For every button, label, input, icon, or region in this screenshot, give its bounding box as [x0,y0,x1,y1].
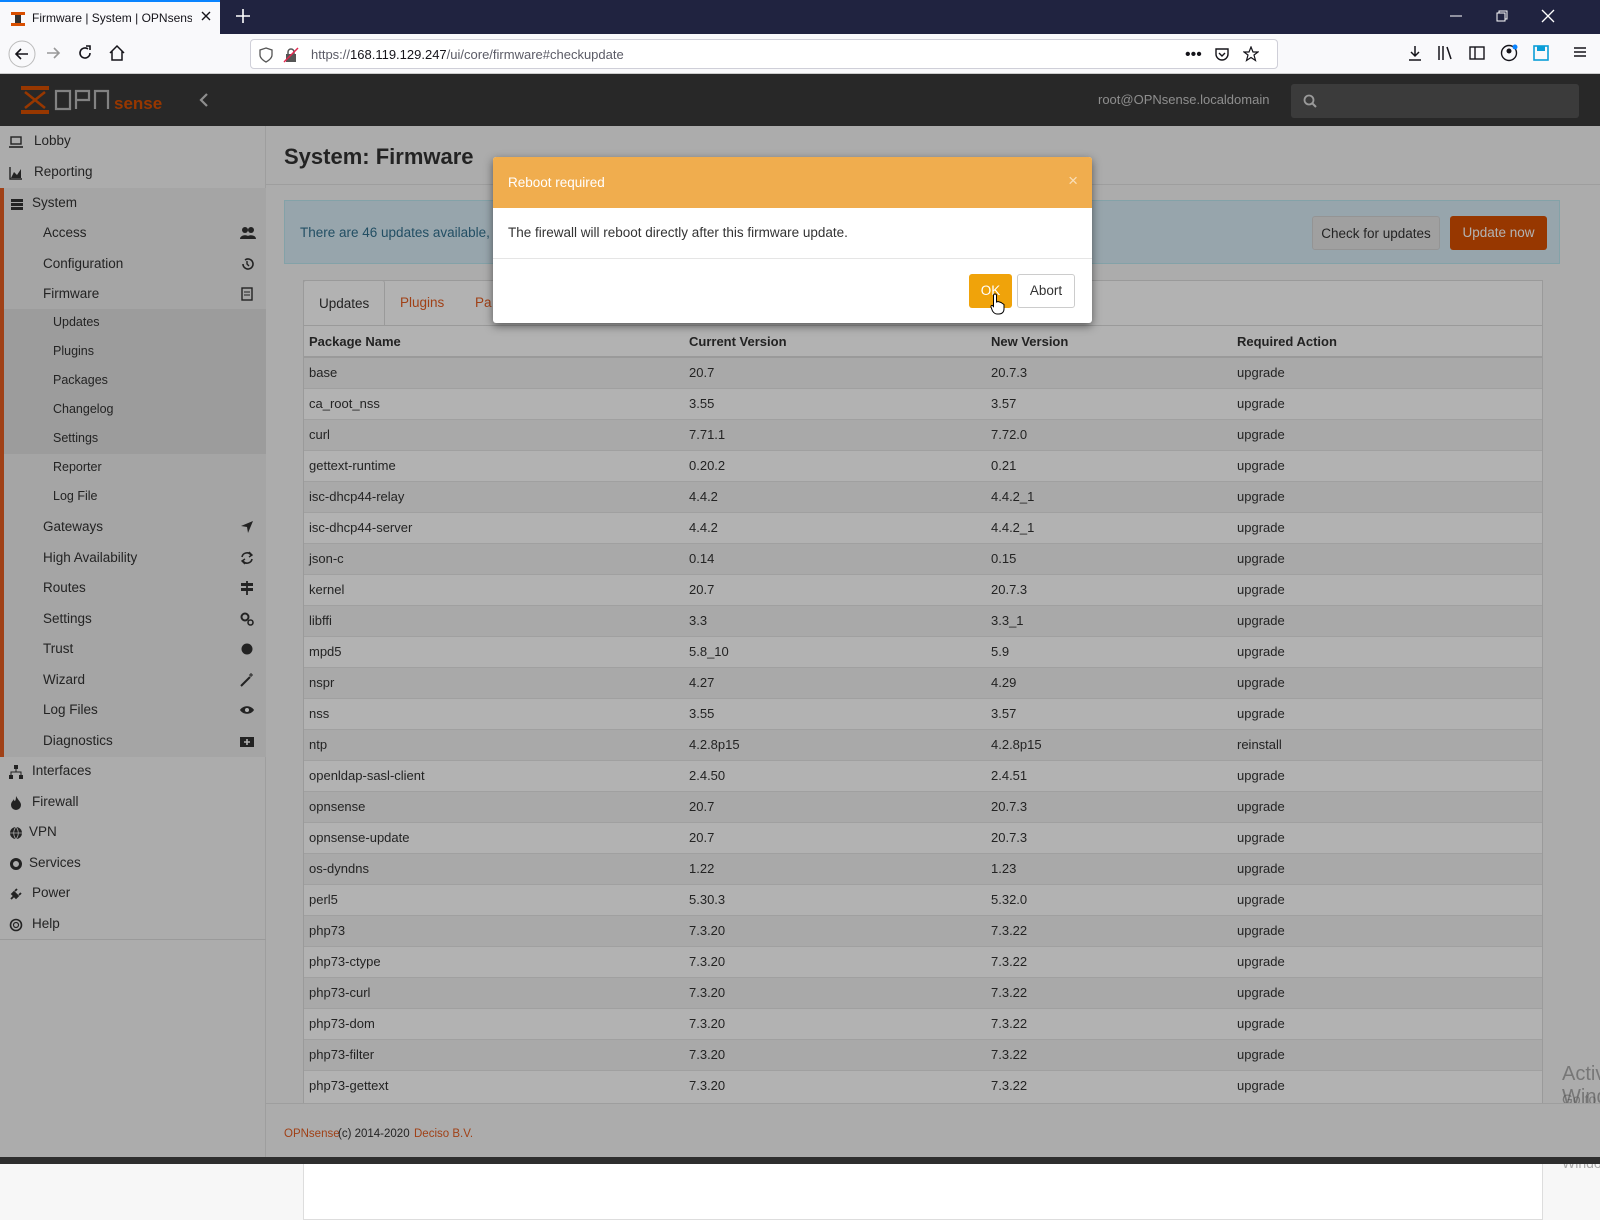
dialog-footer-divider [493,258,1092,259]
insecure-lock-icon[interactable] [283,47,299,63]
sidebar-toggle-icon[interactable] [1468,44,1486,62]
restore-icon[interactable] [1494,8,1510,24]
url-text: https://168.119.129.247/ui/core/firmware… [311,47,624,62]
page-actions-icon[interactable]: ••• [1185,46,1202,64]
shield-icon[interactable] [259,47,273,63]
browser-navbar: https://168.119.129.247/ui/core/firmware… [0,34,1600,74]
dialog-message: The firewall will reboot directly after … [508,225,848,240]
dialog-close-icon[interactable]: × [1068,171,1078,191]
menu-icon[interactable] [1572,44,1588,60]
home-icon[interactable] [108,44,126,62]
downloads-icon[interactable] [1406,44,1424,62]
forward-icon[interactable] [44,44,62,62]
pocket-icon[interactable] [1214,46,1230,62]
browser-tab[interactable]: Firmware | System | OPNsense.l [0,0,220,34]
account-icon[interactable] [1500,44,1518,62]
library-icon[interactable] [1436,44,1454,62]
url-bar[interactable]: https://168.119.129.247/ui/core/firmware… [250,39,1278,69]
reload-icon[interactable] [76,44,94,62]
tab-close-icon[interactable] [200,10,212,22]
browser-tabbar: Firmware | System | OPNsense.l [0,0,1600,34]
dialog-header: Reboot required × [493,157,1092,208]
opnsense-favicon-icon [10,11,26,27]
hand-cursor-icon [990,293,1006,315]
new-tab-icon[interactable] [233,6,253,26]
minimize-icon[interactable] [1448,8,1464,24]
window-close-icon[interactable] [1540,8,1556,24]
tab-title: Firmware | System | OPNsense.l [32,11,192,25]
dialog-title: Reboot required [508,175,605,190]
save-extension-icon[interactable] [1532,44,1550,62]
bookmark-star-icon[interactable] [1243,46,1259,62]
back-icon[interactable] [8,40,36,68]
taskbar-strip [0,1157,1600,1164]
abort-button[interactable]: Abort [1017,274,1075,308]
